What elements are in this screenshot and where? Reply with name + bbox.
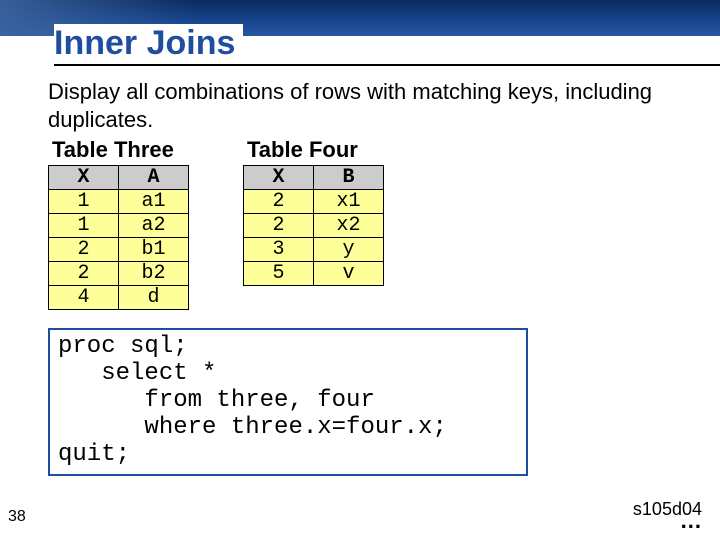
table-three-block: Table Three X A 1a1 1a2 2b1 2b2 4d (48, 137, 189, 310)
title-rule (54, 64, 720, 66)
cell: 2 (244, 190, 314, 214)
continuation-dots: ... (681, 508, 702, 534)
table-row: 1a2 (49, 214, 189, 238)
description-text: Display all combinations of rows with ma… (48, 78, 700, 133)
cell: b2 (119, 262, 189, 286)
table-header-row: X A (49, 166, 189, 190)
cell: 2 (49, 262, 119, 286)
table-header-row: X B (244, 166, 384, 190)
cell: y (314, 238, 384, 262)
cell: x2 (314, 214, 384, 238)
cell: b1 (119, 238, 189, 262)
table-four: X B 2x1 2x2 3y 5v (243, 165, 384, 286)
cell: d (119, 286, 189, 310)
cell: 4 (49, 286, 119, 310)
col-header: X (49, 166, 119, 190)
table-row: 2b1 (49, 238, 189, 262)
col-header: B (314, 166, 384, 190)
cell: 2 (244, 214, 314, 238)
cell: 1 (49, 190, 119, 214)
table-row: 2x1 (244, 190, 384, 214)
table-row: 4d (49, 286, 189, 310)
table-row: 1a1 (49, 190, 189, 214)
cell: 2 (49, 238, 119, 262)
cell: 3 (244, 238, 314, 262)
col-header: X (244, 166, 314, 190)
slide-number: 38 (8, 508, 26, 526)
table-four-block: Table Four X B 2x1 2x2 3y 5v (243, 137, 384, 286)
code-block: proc sql; select * from three, four wher… (48, 328, 528, 476)
cell: v (314, 262, 384, 286)
table-row: 3y (244, 238, 384, 262)
table-row: 5v (244, 262, 384, 286)
table-row: 2b2 (49, 262, 189, 286)
cell: 5 (244, 262, 314, 286)
table-three: X A 1a1 1a2 2b1 2b2 4d (48, 165, 189, 310)
table-four-label: Table Four (243, 137, 384, 163)
cell: a2 (119, 214, 189, 238)
col-header: A (119, 166, 189, 190)
tables-row: Table Three X A 1a1 1a2 2b1 2b2 4d Table… (48, 137, 700, 310)
table-three-label: Table Three (48, 137, 189, 163)
content-area: Display all combinations of rows with ma… (48, 78, 700, 476)
cell: 1 (49, 214, 119, 238)
cell: x1 (314, 190, 384, 214)
cell: a1 (119, 190, 189, 214)
table-row: 2x2 (244, 214, 384, 238)
slide-title: Inner Joins (54, 24, 243, 63)
